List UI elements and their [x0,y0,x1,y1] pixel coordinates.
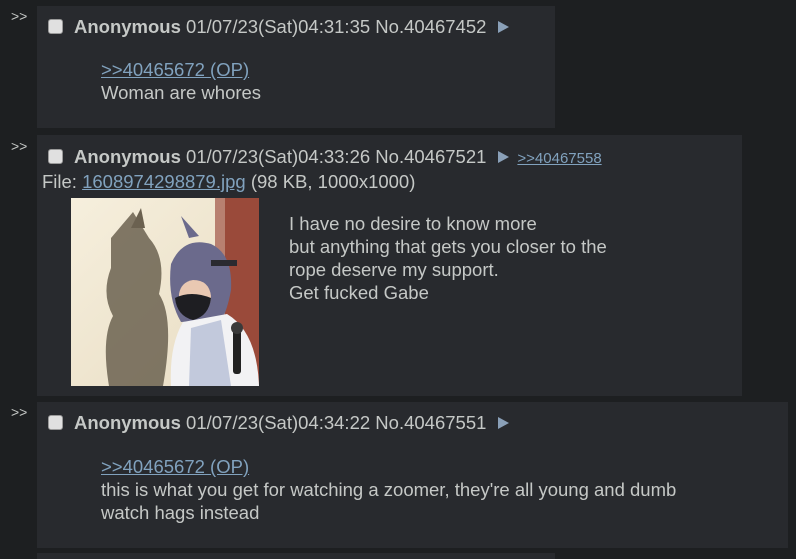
quote-link[interactable]: >>40465672 (OP) [101,58,261,81]
poster-name: Anonymous [74,16,181,37]
post-info: Anonymous 01/07/23(Sat)04:34:22 No.40467… [48,412,510,434]
backlink[interactable]: >>40467558 [517,150,601,167]
message-line: but anything that gets you closer to the [289,236,607,257]
select-post-checkbox[interactable] [48,19,63,34]
post-info: Anonymous 01/07/23(Sat)04:31:35 No.40467… [48,16,510,38]
post-message: >>40465672 (OP) Woman are whores [101,58,261,104]
reply-post: Anonymous 01/07/23(Sat)04:31:35 No.40467… [37,6,555,128]
poster-name: Anonymous [74,146,181,167]
post-datetime: 01/07/23(Sat)04:33:26 [186,146,371,167]
side-arrows: >> [11,138,28,154]
post-menu-arrow-icon[interactable] [498,151,510,163]
reply-post: Anonymous 01/07/23(Sat)04:33:26 No.40467… [37,135,742,396]
post-number[interactable]: No.40467521 [375,146,486,167]
post-number[interactable]: No.40467551 [375,412,486,433]
reply-post: Anonymous 01/07/23(Sat)04:34:22 No.40467… [37,402,788,548]
post-info: Anonymous 01/07/23(Sat)04:33:26 No.40467… [48,146,602,168]
next-reply-post-edge [37,553,555,559]
message-line: watch hags instead [101,502,260,523]
post-menu-arrow-icon[interactable] [498,21,510,33]
message-line: rope deserve my support. [289,259,499,280]
file-label: File: [42,171,77,192]
message-line: I have no desire to know more [289,213,537,234]
message-line: Woman are whores [101,82,262,103]
post-message: >>40465672 (OP) this is what you get for… [101,455,676,524]
post-datetime: 01/07/23(Sat)04:31:35 [186,16,371,37]
side-arrows: >> [11,8,28,24]
poster-name: Anonymous [74,412,181,433]
post-number[interactable]: No.40467452 [375,16,486,37]
quote-link[interactable]: >>40465672 (OP) [101,455,676,478]
file-thumbnail[interactable] [71,198,259,386]
message-line: Get fucked Gabe [289,282,429,303]
anime-thumbnail-image [71,198,259,386]
file-info: File: 1608974298879.jpg (98 KB, 1000x100… [42,171,415,193]
side-arrows: >> [11,404,28,420]
select-post-checkbox[interactable] [48,415,63,430]
file-details: (98 KB, 1000x1000) [250,171,416,192]
select-post-checkbox[interactable] [48,149,63,164]
post-menu-arrow-icon[interactable] [498,417,510,429]
post-datetime: 01/07/23(Sat)04:34:22 [186,412,371,433]
file-name-link[interactable]: 1608974298879.jpg [82,171,246,192]
message-line: this is what you get for watching a zoom… [101,479,677,500]
post-message: I have no desire to know more but anythi… [289,212,607,304]
